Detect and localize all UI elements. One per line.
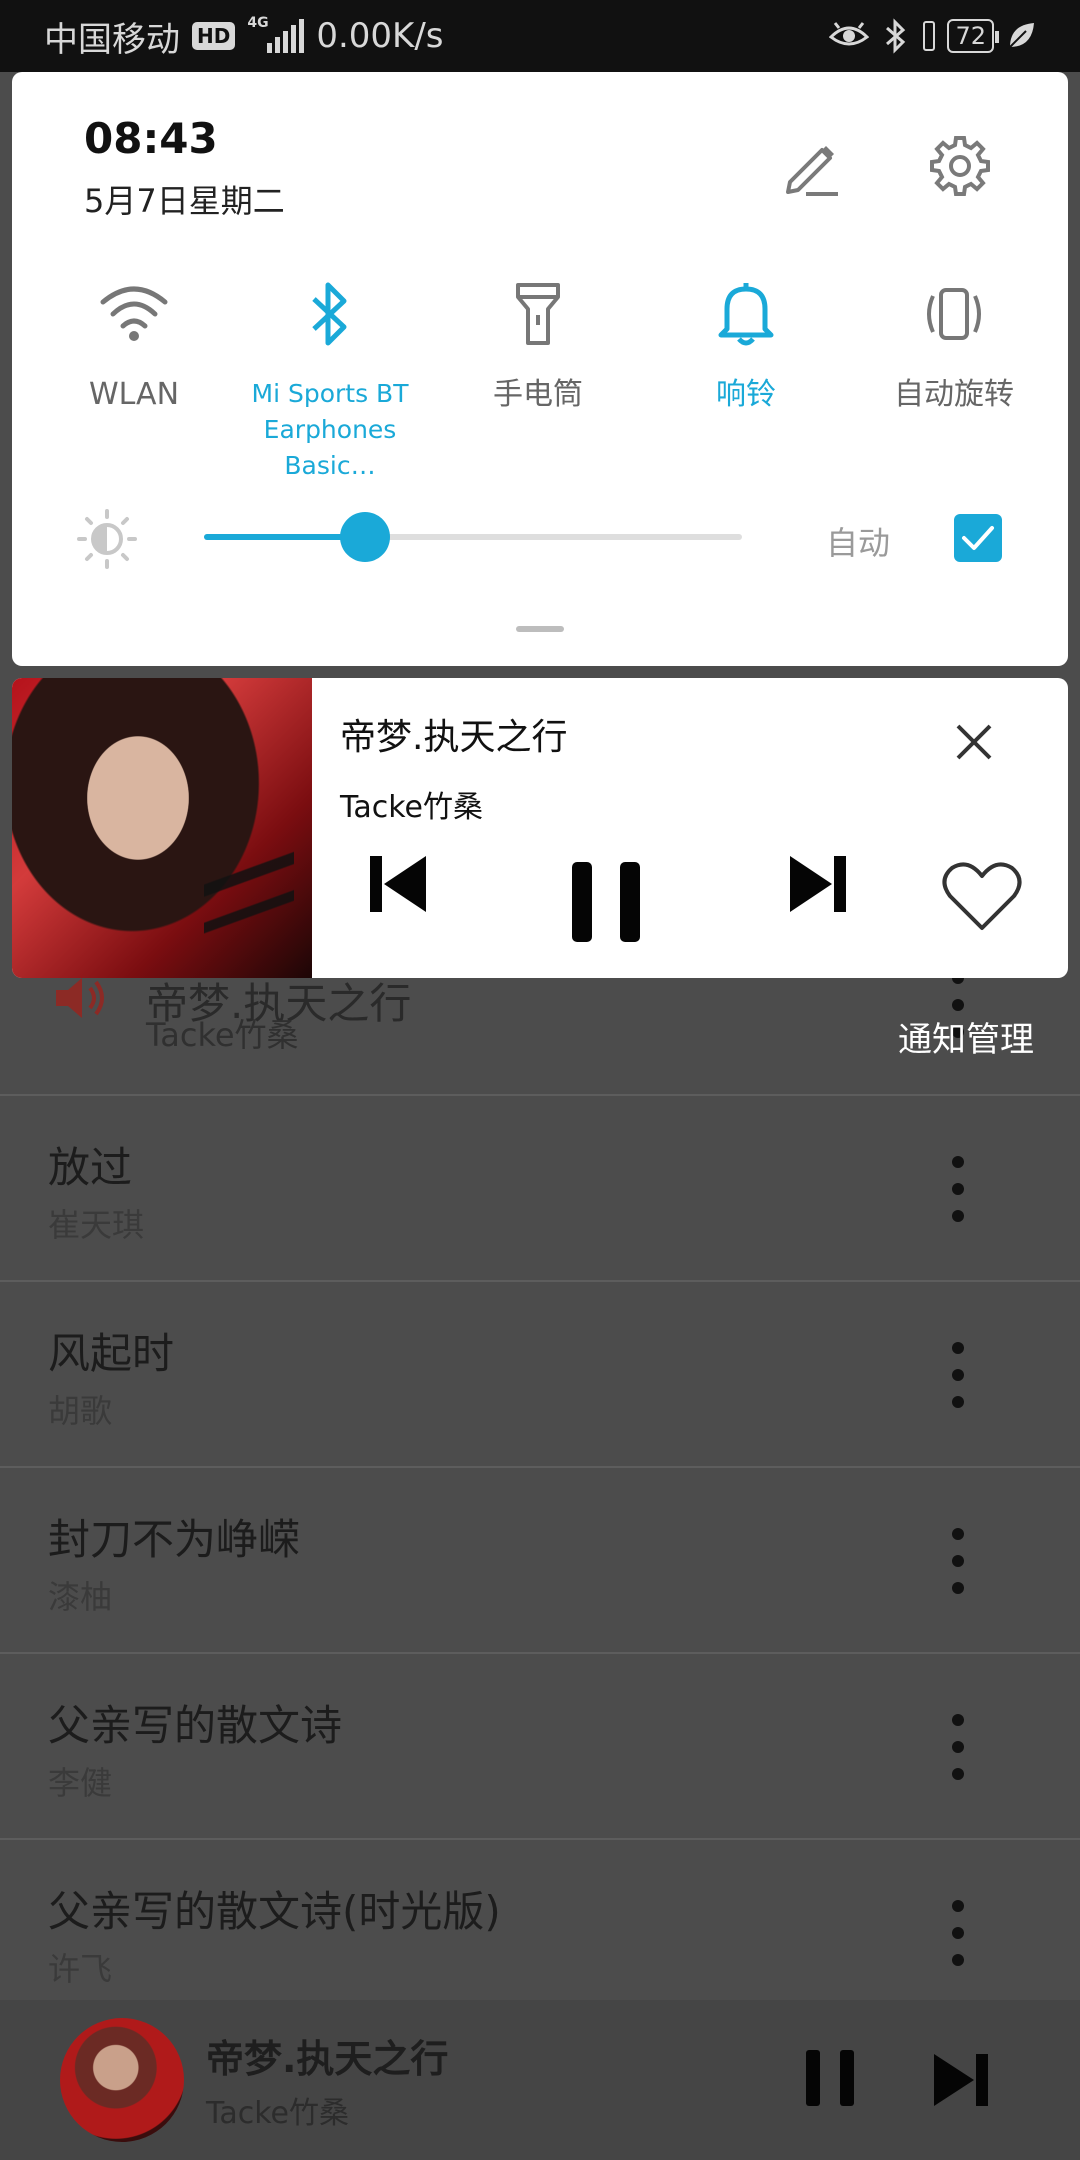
tile-ringer[interactable]: 响铃 <box>646 272 846 414</box>
more-options-icon[interactable] <box>946 1156 970 1222</box>
mini-next-icon[interactable] <box>932 2052 990 2108</box>
quick-settings-panel: 08:43 5月7日星期二 WLAN Mi Sports BT Earphone… <box>12 72 1068 666</box>
status-bar-left: 中国移动 HD 4G 0.00K/s <box>44 12 444 61</box>
more-options-icon[interactable] <box>946 1714 970 1780</box>
list-item[interactable]: 风起时 胡歌 <box>0 1282 1080 1468</box>
song-artist: 漆柚 <box>48 1578 113 1616</box>
tile-label: 响铃 <box>716 377 776 412</box>
more-options-icon[interactable] <box>946 1900 970 1966</box>
signal-icon: 4G <box>247 15 305 53</box>
pause-icon[interactable] <box>572 862 640 942</box>
song-artist: 许飞 <box>48 1950 113 1988</box>
media-title: 帝梦.执天之行 <box>340 717 568 758</box>
list-item[interactable]: 放过 崔天琪 <box>0 1096 1080 1282</box>
close-icon[interactable] <box>954 722 994 762</box>
auto-brightness-checkbox[interactable] <box>954 514 1002 562</box>
notification-management-link[interactable]: 通知管理 <box>898 1012 1034 1061</box>
battery-indicator: 72 <box>947 19 999 53</box>
vibrate-battery-icon <box>923 21 936 51</box>
more-options-icon[interactable] <box>946 1342 970 1408</box>
list-item[interactable]: 父亲写的散文诗 李健 <box>0 1654 1080 1840</box>
checkmark-icon <box>962 526 994 550</box>
list-item[interactable]: 封刀不为峥嵘 漆柚 <box>0 1468 1080 1654</box>
song-title: 封刀不为峥嵘 <box>48 1515 301 1564</box>
clock-date: 5月7日星期二 <box>84 182 285 220</box>
network-speed: 0.00K/s <box>316 16 444 56</box>
mini-player-title: 帝梦.执天之行 <box>206 2037 449 2081</box>
song-title: 风起时 <box>48 1329 175 1378</box>
tile-label: 手电筒 <box>493 377 583 412</box>
tile-label: Mi Sports BT Earphones Basic… <box>251 379 409 480</box>
network-type: 4G <box>247 15 269 31</box>
song-title: 父亲写的散文诗(时光版) <box>48 1887 501 1936</box>
tile-label: 自动旋转 <box>894 377 1014 412</box>
bell-icon <box>646 272 846 356</box>
hd-badge: HD <box>192 22 236 50</box>
song-artist: 李健 <box>48 1764 113 1802</box>
wifi-icon <box>34 272 234 356</box>
brightness-slider-thumb[interactable] <box>340 512 391 562</box>
auto-brightness-label: 自动 <box>826 524 891 562</box>
tile-wlan[interactable]: WLAN <box>34 272 234 414</box>
brightness-slider[interactable] <box>204 512 742 562</box>
edit-pencil-icon[interactable] <box>782 138 842 198</box>
tile-label: WLAN <box>88 377 180 412</box>
carrier-name: 中国移动 <box>44 19 180 60</box>
media-notification[interactable]: 帝梦.执天之行 Tacke竹桑 <box>12 678 1068 978</box>
more-options-icon[interactable] <box>946 1528 970 1594</box>
clock-time: 08:43 <box>84 114 218 163</box>
status-bar: 中国移动 HD 4G 0.00K/s 72 <box>0 0 1080 72</box>
speaker-icon <box>56 978 104 1018</box>
mini-player-artist: Tacke竹桑 <box>206 2096 349 2131</box>
song-title: 放过 <box>48 1143 133 1192</box>
flashlight-icon <box>438 272 638 356</box>
mini-player-album-art[interactable] <box>60 2018 184 2142</box>
tile-flashlight[interactable]: 手电筒 <box>438 272 638 414</box>
settings-gear-icon[interactable] <box>928 134 992 198</box>
bluetooth-status-icon <box>886 18 906 54</box>
song-artist: 胡歌 <box>48 1392 113 1430</box>
bluetooth-icon <box>230 272 430 356</box>
tile-auto-rotate[interactable]: 自动旋转 <box>854 272 1054 414</box>
status-bar-right: 72 <box>829 18 1036 54</box>
mini-pause-icon[interactable] <box>806 2050 854 2106</box>
panel-drag-handle[interactable] <box>516 626 564 632</box>
media-artist: Tacke竹桑 <box>340 790 483 825</box>
list-item[interactable]: 父亲写的散文诗(时光版) 许飞 <box>0 1840 1080 2026</box>
song-artist: 崔天琪 <box>48 1206 145 1244</box>
mini-player[interactable]: 帝梦.执天之行 Tacke竹桑 <box>0 2000 1080 2160</box>
song-title: 父亲写的散文诗 <box>48 1701 343 1750</box>
rotate-icon <box>854 272 1054 356</box>
brightness-icon <box>77 509 137 569</box>
now-playing-artist: Tacke竹桑 <box>146 1016 299 1054</box>
favorite-heart-icon[interactable] <box>942 860 1022 932</box>
album-art <box>12 678 312 978</box>
eye-comfort-icon <box>829 22 870 46</box>
previous-track-icon[interactable] <box>368 854 428 914</box>
next-track-icon[interactable] <box>788 854 848 914</box>
tile-bluetooth[interactable]: Mi Sports BT Earphones Basic… <box>230 272 430 484</box>
power-saving-leaf-icon <box>1009 23 1034 48</box>
